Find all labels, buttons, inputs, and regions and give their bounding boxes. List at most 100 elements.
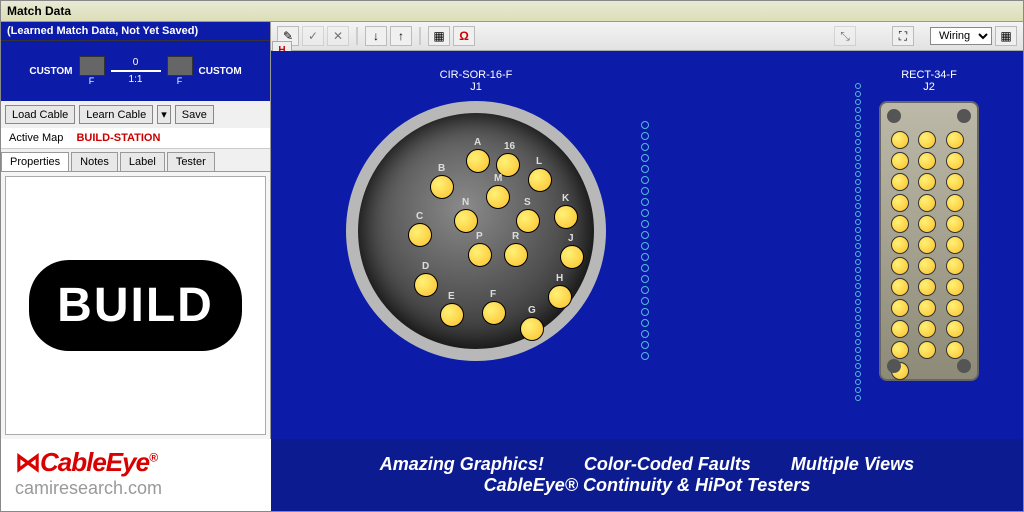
pin[interactable] xyxy=(946,278,964,296)
pin[interactable] xyxy=(946,341,964,359)
map-dot xyxy=(855,195,861,201)
pin[interactable] xyxy=(466,149,490,173)
pin[interactable] xyxy=(946,215,964,233)
map-dot xyxy=(855,83,861,89)
pin[interactable] xyxy=(946,320,964,338)
map-dot xyxy=(855,235,861,241)
connector-1-name: CIR-SOR-16-F xyxy=(336,69,616,81)
connector-canvas[interactable]: CIR-SOR-16-F J1 A16LBMKNSCPRJDEFHG RECT-… xyxy=(271,51,1023,439)
pin[interactable] xyxy=(408,223,432,247)
brand-url: camiresearch.com xyxy=(15,478,271,499)
expand-icon[interactable]: ⛶ xyxy=(892,26,914,46)
diagram-right-f: F xyxy=(167,76,193,86)
up-arrow-icon[interactable]: ↑ xyxy=(390,26,412,46)
pin[interactable] xyxy=(891,341,909,359)
pin[interactable] xyxy=(560,245,584,269)
pin[interactable] xyxy=(891,299,909,317)
tab-notes[interactable]: Notes xyxy=(71,152,118,171)
map-dot xyxy=(855,283,861,289)
map-dot xyxy=(855,395,861,401)
grid-icon[interactable]: ▦ xyxy=(995,26,1017,46)
pin[interactable] xyxy=(918,278,936,296)
ohm-icon[interactable]: Ω xyxy=(453,26,475,46)
pin[interactable] xyxy=(504,243,528,267)
diagram-left-f: F xyxy=(79,76,105,86)
map-dot xyxy=(855,267,861,273)
pin[interactable] xyxy=(918,173,936,191)
pin-label: S xyxy=(524,197,531,208)
learn-cable-button[interactable]: Learn Cable xyxy=(79,105,153,124)
pin-label: L xyxy=(536,156,542,167)
pinmap-col-1 xyxy=(641,121,649,360)
pin[interactable] xyxy=(918,215,936,233)
screw-icon xyxy=(957,109,971,123)
pin[interactable] xyxy=(891,278,909,296)
scrollbar-icon[interactable]: ⤡ xyxy=(834,26,856,46)
build-badge: BUILD xyxy=(29,260,242,351)
pin[interactable] xyxy=(918,341,936,359)
pin[interactable] xyxy=(414,273,438,297)
pin[interactable] xyxy=(528,168,552,192)
pin-label: A xyxy=(474,137,481,148)
tab-properties[interactable]: Properties xyxy=(1,152,69,171)
pin[interactable] xyxy=(520,317,544,341)
pin[interactable] xyxy=(891,152,909,170)
pin[interactable] xyxy=(946,236,964,254)
connector-2-body[interactable] xyxy=(879,101,979,381)
brand-name: ⋈CableEye® xyxy=(15,447,271,478)
pin[interactable] xyxy=(440,303,464,327)
map-dot xyxy=(641,319,649,327)
pin[interactable] xyxy=(891,257,909,275)
pin[interactable] xyxy=(918,194,936,212)
pin-label: C xyxy=(416,211,423,222)
pin[interactable] xyxy=(548,285,572,309)
diagram-ratio: 1:1 xyxy=(111,74,161,85)
check-icon[interactable]: ✓ xyxy=(302,26,324,46)
down-arrow-icon[interactable]: ↓ xyxy=(365,26,387,46)
pin[interactable] xyxy=(918,299,936,317)
pin[interactable] xyxy=(918,131,936,149)
learn-dropdown-button[interactable]: ▾ xyxy=(157,105,171,124)
pin[interactable] xyxy=(918,257,936,275)
map-dot xyxy=(855,131,861,137)
pin[interactable] xyxy=(891,131,909,149)
banner-text-2: Color-Coded Faults xyxy=(584,454,751,475)
chip-icon[interactable]: ▦ xyxy=(428,26,450,46)
pin[interactable] xyxy=(482,301,506,325)
pin[interactable] xyxy=(918,320,936,338)
pin[interactable] xyxy=(430,175,454,199)
pin[interactable] xyxy=(946,152,964,170)
pin[interactable] xyxy=(946,299,964,317)
map-dot xyxy=(855,115,861,121)
connector-1-body[interactable]: A16LBMKNSCPRJDEFHG xyxy=(346,101,606,361)
pin[interactable] xyxy=(891,194,909,212)
map-dot xyxy=(855,291,861,297)
pin[interactable] xyxy=(554,205,578,229)
pin[interactable] xyxy=(891,320,909,338)
tab-tester[interactable]: Tester xyxy=(167,152,215,171)
pin[interactable] xyxy=(946,194,964,212)
map-dot xyxy=(641,253,649,261)
connector-1-ref: J1 xyxy=(336,81,616,93)
pin[interactable] xyxy=(946,131,964,149)
pin[interactable] xyxy=(454,209,478,233)
tab-label[interactable]: Label xyxy=(120,152,165,171)
pin[interactable] xyxy=(516,209,540,233)
registered-icon: ® xyxy=(149,450,157,464)
pin[interactable] xyxy=(891,236,909,254)
load-cable-button[interactable]: Load Cable xyxy=(5,105,75,124)
pin[interactable] xyxy=(468,243,492,267)
pin[interactable] xyxy=(891,215,909,233)
pin[interactable] xyxy=(946,173,964,191)
app-window: Match Data (Learned Match Data, Not Yet … xyxy=(0,0,1024,512)
pin[interactable] xyxy=(946,257,964,275)
pin[interactable] xyxy=(918,236,936,254)
delete-icon[interactable]: ✕ xyxy=(327,26,349,46)
marketing-banner: Amazing Graphics! Color-Coded Faults Mul… xyxy=(271,439,1023,511)
pin-label: R xyxy=(512,231,519,242)
pin[interactable] xyxy=(486,185,510,209)
pin[interactable] xyxy=(918,152,936,170)
save-button[interactable]: Save xyxy=(175,105,214,124)
view-select[interactable]: Wiring xyxy=(930,27,992,45)
pin[interactable] xyxy=(891,173,909,191)
